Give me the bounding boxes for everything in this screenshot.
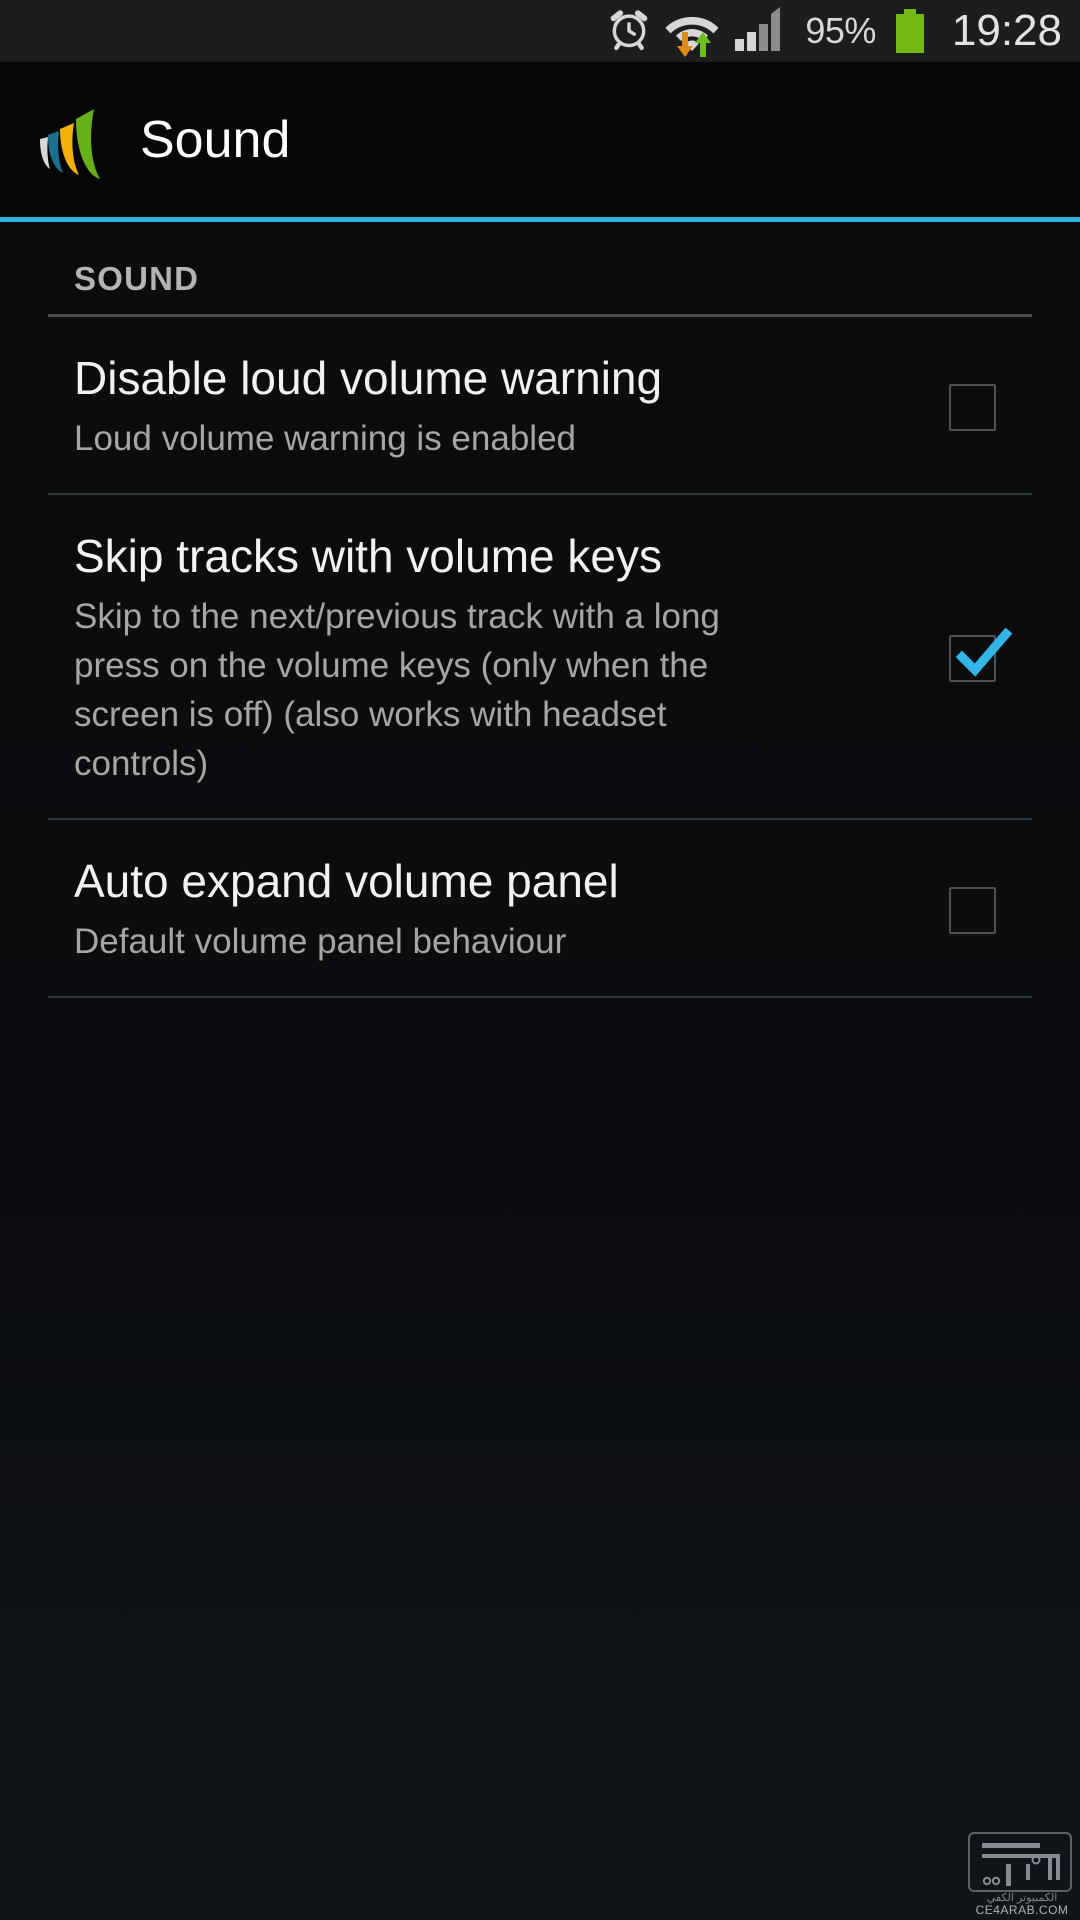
preference-row-disable-loud-volume-warning[interactable]: Disable loud volume warning Loud volume … <box>0 317 1080 493</box>
watermark: الكمبيوتر الكفي CE4ARAB.COM <box>968 1832 1076 1917</box>
watermark-logo-icon <box>968 1832 1072 1892</box>
signal-icon <box>733 6 789 56</box>
checkbox-disable-loud-volume-warning[interactable] <box>948 383 996 431</box>
status-bar-icons: 95% 19:28 <box>607 6 1062 57</box>
preference-text: Disable loud volume warning Loud volume … <box>48 351 912 463</box>
wifi-icon <box>665 9 719 57</box>
checkbox-skip-tracks-with-volume-keys[interactable] <box>948 627 1012 682</box>
page-title: Sound <box>140 110 291 169</box>
status-bar: 95% 19:28 <box>0 0 1080 62</box>
preference-row-skip-tracks-with-volume-keys[interactable]: Skip tracks with volume keys Skip to the… <box>0 495 1080 818</box>
wifi-transfer-arrows-icon <box>677 32 712 57</box>
preference-title: Skip tracks with volume keys <box>74 530 662 582</box>
preference-text: Auto expand volume panel Default volume … <box>48 854 912 966</box>
checkbox-auto-expand-volume-panel[interactable] <box>948 886 996 934</box>
w-logo-icon <box>30 97 118 183</box>
settings-list: SOUND Disable loud volume warning Loud v… <box>0 222 1080 1920</box>
preference-summary: Loud volume warning is enabled <box>74 419 576 458</box>
preference-title: Disable loud volume warning <box>74 352 663 404</box>
preference-summary: Default volume panel behaviour <box>74 922 567 961</box>
preference-widget[interactable] <box>912 886 1032 934</box>
alarm-icon <box>607 7 651 56</box>
preference-text: Skip tracks with volume keys Skip to the… <box>48 529 912 788</box>
status-bar-clock: 19:28 <box>951 6 1062 55</box>
preference-title: Auto expand volume panel <box>74 855 619 907</box>
preference-row-auto-expand-volume-panel[interactable]: Auto expand volume panel Default volume … <box>0 820 1080 996</box>
section-header-sound: SOUND <box>74 260 200 297</box>
preference-widget[interactable] <box>912 627 1032 682</box>
battery-icon <box>895 9 924 53</box>
row-divider <box>48 996 1032 998</box>
preference-summary: Skip to the next/previous track with a l… <box>74 597 720 783</box>
action-bar[interactable]: Sound <box>0 62 1080 217</box>
preference-widget[interactable] <box>912 383 1032 431</box>
checkmark-icon <box>955 627 1012 677</box>
watermark-domain-text: CE4ARAB.COM <box>975 1903 1069 1917</box>
battery-percent-label: 95% <box>805 10 876 51</box>
